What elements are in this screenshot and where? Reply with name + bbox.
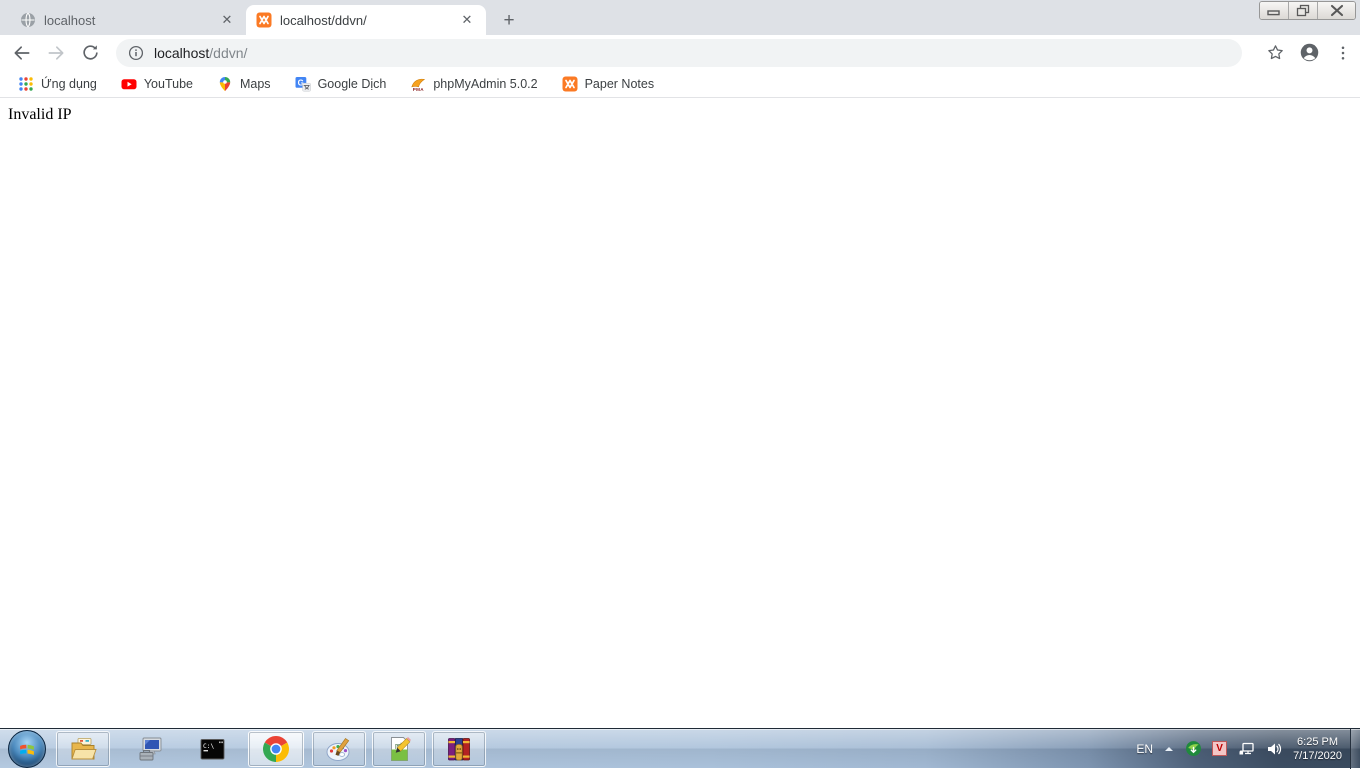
url-path: /ddvn/ xyxy=(209,45,247,61)
bookmark-phpmyadmin[interactable]: PMA phpMyAdmin 5.0.2 xyxy=(402,73,545,95)
taskbar-notepadpp-button[interactable]: ╔++ xyxy=(372,731,426,767)
window-controls xyxy=(1259,1,1356,20)
svg-text:C:\: C:\ xyxy=(203,743,214,750)
taskbar-paint-button[interactable] xyxy=(312,731,366,767)
url-text[interactable]: localhost/ddvn/ xyxy=(154,45,247,61)
kebab-menu-icon xyxy=(1334,44,1352,62)
hidden-icons-button[interactable] xyxy=(1163,743,1175,755)
tab-localhost[interactable]: localhost ✕ xyxy=(10,5,246,35)
url-host: localhost xyxy=(154,45,209,61)
profile-button[interactable] xyxy=(1299,42,1320,63)
taskbar-computer-icon[interactable] xyxy=(126,731,174,767)
globe-icon xyxy=(20,12,36,28)
restore-button[interactable] xyxy=(1289,2,1318,19)
taskbar-clock[interactable]: 6:25 PM 7/17/2020 xyxy=(1293,735,1342,763)
idm-tray-button[interactable] xyxy=(1185,740,1202,757)
page-body-text: Invalid IP xyxy=(8,106,1352,124)
browser-window: localhost ✕ localhost/ddvn/ ✕ + xyxy=(0,0,1360,728)
vietkey-tray-button[interactable]: V xyxy=(1212,741,1227,756)
clock-date: 7/17/2020 xyxy=(1293,749,1342,763)
forward-icon xyxy=(46,43,66,63)
chrome-icon xyxy=(262,735,290,763)
paint-icon xyxy=(325,735,353,763)
system-tray: EN V xyxy=(1136,729,1360,769)
bookmark-label: Maps xyxy=(240,77,271,91)
avatar-icon xyxy=(1299,42,1320,63)
taskbar-explorer-button[interactable] xyxy=(56,731,110,767)
google-maps-icon xyxy=(217,76,233,92)
phpmyadmin-icon: PMA xyxy=(410,76,426,92)
network-tray-button[interactable] xyxy=(1237,740,1255,758)
taskbar: C:\ ╔++ xyxy=(0,728,1360,768)
bookmark-youtube[interactable]: Maps YouTube xyxy=(113,73,201,95)
page-content: Invalid IP xyxy=(0,98,1360,728)
language-indicator[interactable]: EN xyxy=(1136,742,1153,756)
notepad-plus-plus-icon: ╔++ xyxy=(385,735,413,763)
tab-close-icon[interactable]: ✕ xyxy=(458,11,476,29)
bookmark-star-button[interactable] xyxy=(1266,43,1285,62)
browser-menu-button[interactable] xyxy=(1334,44,1352,62)
tab-close-icon[interactable]: ✕ xyxy=(218,11,236,29)
reload-icon xyxy=(81,43,100,62)
hidden-icons-arrow-icon xyxy=(1163,743,1175,755)
bookmark-apps[interactable]: Ứng dụng xyxy=(10,73,105,95)
tab-localhost-ddvn[interactable]: localhost/ddvn/ ✕ xyxy=(246,5,486,35)
taskbar-winrar-button[interactable] xyxy=(432,731,486,767)
bookmark-paper-notes[interactable]: Paper Notes xyxy=(554,73,662,95)
xampp-icon xyxy=(562,76,578,92)
bookmark-label: Ứng dụng xyxy=(41,77,97,91)
apps-grid-icon xyxy=(18,76,34,92)
browser-toolbar: localhost/ddvn/ xyxy=(0,35,1360,70)
taskbar-chrome-button[interactable] xyxy=(248,731,304,767)
minimize-icon xyxy=(1261,2,1287,19)
toolbar-right xyxy=(1252,42,1352,63)
show-desktop-button[interactable] xyxy=(1350,729,1360,769)
google-translate-icon: G xyxy=(295,76,311,92)
tab-title: localhost/ddvn/ xyxy=(280,13,458,28)
new-tab-button[interactable]: + xyxy=(496,8,522,34)
command-prompt-icon: C:\ xyxy=(198,735,226,763)
windows-explorer-icon xyxy=(69,735,97,763)
computer-icon xyxy=(136,735,164,763)
winrar-icon xyxy=(445,735,473,763)
network-icon xyxy=(1237,740,1255,758)
volume-tray-button[interactable] xyxy=(1265,740,1283,758)
svg-text:PMA: PMA xyxy=(413,87,424,92)
reload-button[interactable] xyxy=(76,39,104,67)
idm-icon xyxy=(1185,740,1202,757)
clock-time: 6:25 PM xyxy=(1293,735,1342,749)
close-button[interactable] xyxy=(1318,2,1355,19)
bookmark-label: Google Dịch xyxy=(318,77,387,91)
back-icon xyxy=(12,43,32,63)
restore-icon xyxy=(1290,2,1316,19)
youtube-icon xyxy=(121,76,137,92)
windows-logo-icon xyxy=(16,738,38,760)
tab-title: localhost xyxy=(44,13,218,28)
back-button[interactable] xyxy=(8,39,36,67)
xampp-icon xyxy=(256,12,272,28)
volume-icon xyxy=(1265,740,1283,758)
taskbar-cmd-icon[interactable]: C:\ xyxy=(188,731,236,767)
start-button[interactable] xyxy=(8,730,46,768)
minimize-button[interactable] xyxy=(1260,2,1289,19)
star-icon xyxy=(1266,43,1285,62)
bookmark-maps[interactable]: Maps xyxy=(209,73,279,95)
address-bar[interactable]: localhost/ddvn/ xyxy=(116,39,1242,67)
bookmark-google-translate[interactable]: G Google Dịch xyxy=(287,73,395,95)
bookmark-label: Paper Notes xyxy=(585,77,654,91)
tab-strip: localhost ✕ localhost/ddvn/ ✕ + xyxy=(0,0,1360,35)
bookmarks-bar: Ứng dụng Maps YouTube Maps xyxy=(0,70,1360,98)
close-icon xyxy=(1322,2,1352,19)
bookmark-label: phpMyAdmin 5.0.2 xyxy=(433,77,537,91)
forward-button[interactable] xyxy=(42,39,70,67)
bookmark-label: YouTube xyxy=(144,77,193,91)
info-icon[interactable] xyxy=(128,45,144,61)
